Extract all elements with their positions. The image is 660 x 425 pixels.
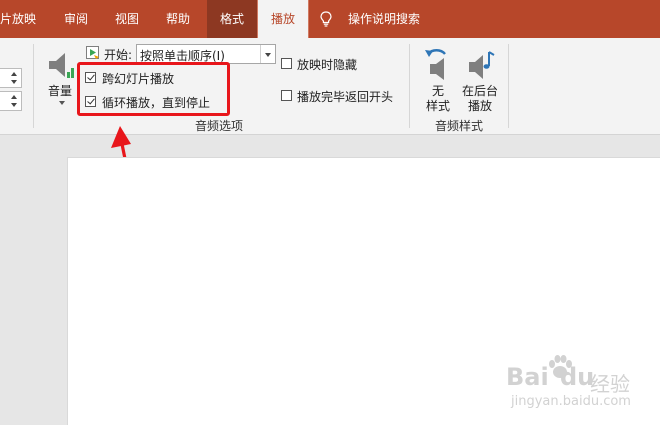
highlight-box [77, 62, 230, 116]
rewind-after-playing-label[interactable]: 播放完毕返回开头 [297, 88, 393, 105]
tab-playback[interactable]: 播放 [257, 0, 309, 40]
dropdown-arrow-icon [59, 101, 65, 105]
watermark-brand: Bai [506, 363, 549, 391]
watermark-url: jingyan.baidu.com [511, 394, 631, 409]
play-in-background-label-2: 播放 [468, 99, 493, 113]
hide-during-show-checkbox[interactable] [281, 58, 292, 69]
ribbon-tab-bar: 片放映 审阅 视图 帮助 格式 播放 操作说明搜索 [0, 0, 660, 40]
start-label: 开始: [104, 48, 133, 62]
rewind-after-playing-checkbox[interactable] [281, 90, 292, 101]
volume-icon [49, 53, 74, 78]
group-separator [409, 44, 410, 128]
watermark-sub: 经验 [590, 372, 630, 396]
audio-styles-group-label: 音频样式 [435, 119, 484, 133]
play-in-background-button[interactable]: 在后台 播放 [460, 44, 502, 113]
tab-review[interactable]: 审阅 [64, 0, 88, 38]
audio-options-group-label: 音频选项 [195, 119, 244, 133]
start-dropdown[interactable]: 按照单击顺序(I) [136, 44, 276, 64]
tab-slideshow[interactable]: 片放映 [0, 0, 44, 38]
volume-button[interactable]: 音量 [42, 46, 78, 110]
tab-help[interactable]: 帮助 [166, 0, 190, 38]
volume-label: 音量 [48, 84, 73, 98]
no-style-button[interactable]: 无 样式 [418, 44, 458, 113]
tab-format[interactable]: 格式 [207, 0, 257, 38]
speaker-note-icon [469, 51, 495, 79]
play-icon [86, 46, 99, 59]
spinner-top[interactable] [0, 68, 22, 88]
dropdown-arrow-icon[interactable] [260, 45, 275, 63]
tell-me-search[interactable]: 操作说明搜索 [348, 0, 420, 38]
group-separator [33, 44, 34, 128]
group-separator [508, 44, 509, 128]
no-style-label-2: 样式 [426, 99, 451, 113]
hide-during-show-label[interactable]: 放映时隐藏 [297, 56, 357, 73]
lightbulb-icon [320, 11, 332, 27]
undo-icon [425, 49, 446, 80]
spinner-bottom[interactable] [0, 91, 22, 111]
tab-view[interactable]: 视图 [115, 0, 139, 38]
